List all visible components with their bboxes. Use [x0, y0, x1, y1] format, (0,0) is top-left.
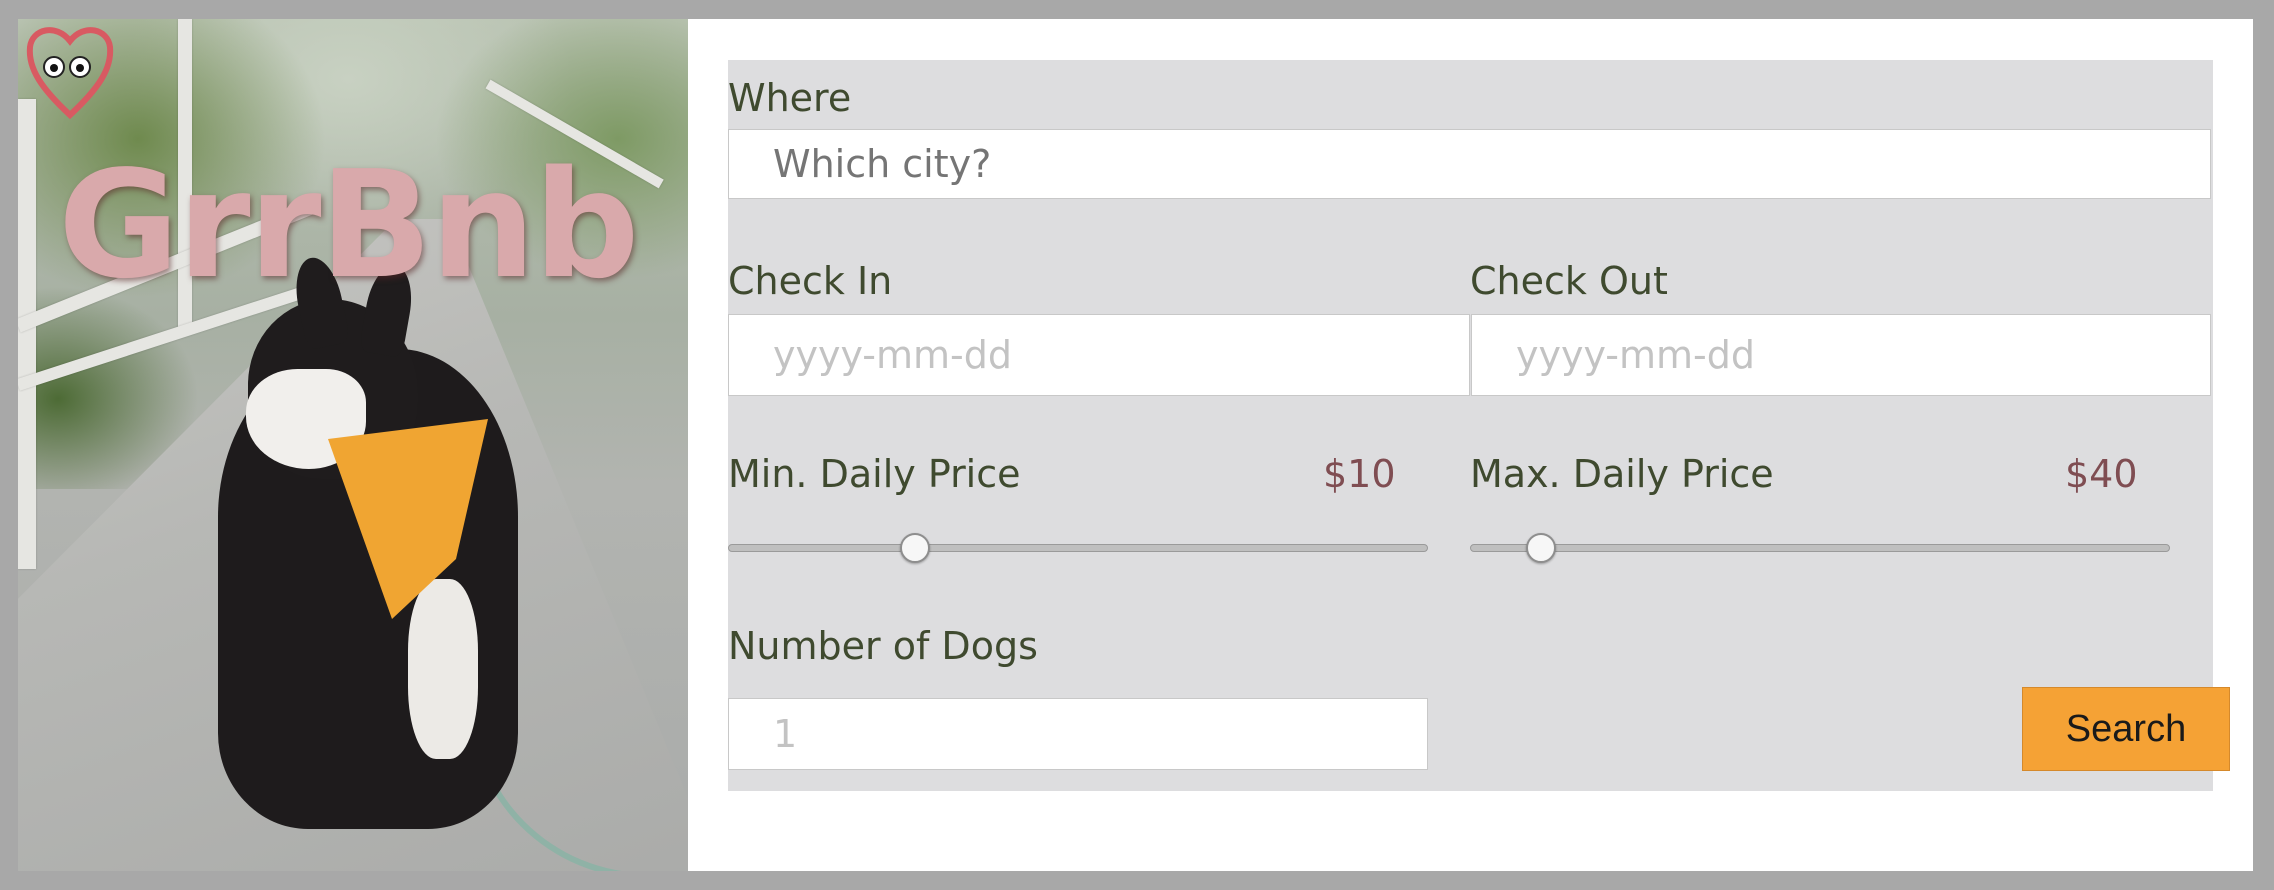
- check-in-label: Check In: [728, 259, 893, 303]
- max-price-slider-track[interactable]: [1470, 544, 2170, 552]
- min-price-slider-thumb[interactable]: [900, 533, 930, 563]
- max-price-value: $40: [2065, 452, 2138, 496]
- check-out-input[interactable]: yyyy-mm-dd: [1471, 314, 2211, 396]
- min-price-label: Min. Daily Price: [728, 452, 1021, 496]
- search-form: Where Which city? Check In yyyy-mm-dd Ch…: [728, 60, 2230, 791]
- check-out-label: Check Out: [1470, 259, 1668, 303]
- app-frame: GrrBnb Where Which city? Check In yyyy-m…: [18, 19, 2253, 871]
- heart-face-logo-icon[interactable]: [22, 19, 118, 123]
- min-price-slider-track[interactable]: [728, 544, 1428, 552]
- dogs-input[interactable]: 1: [728, 698, 1428, 770]
- max-price-slider-thumb[interactable]: [1526, 533, 1556, 563]
- dogs-label: Number of Dogs: [728, 624, 1038, 668]
- where-label: Where: [728, 76, 852, 120]
- check-in-input[interactable]: yyyy-mm-dd: [728, 314, 1470, 396]
- where-input[interactable]: Which city?: [728, 129, 2211, 199]
- dog-chest: [408, 579, 478, 759]
- max-price-label: Max. Daily Price: [1470, 452, 1774, 496]
- search-button[interactable]: Search: [2022, 687, 2230, 771]
- brand-name[interactable]: GrrBnb: [58, 139, 640, 311]
- hero-image: GrrBnb: [18, 19, 688, 871]
- min-price-value: $10: [1323, 452, 1396, 496]
- bridge-post: [18, 99, 36, 569]
